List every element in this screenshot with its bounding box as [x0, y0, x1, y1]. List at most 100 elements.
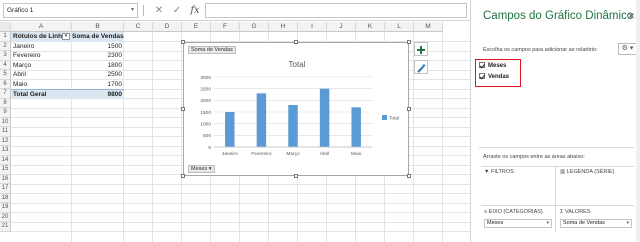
pivot-row-label[interactable]: Fevereiro [11, 51, 72, 61]
row-header[interactable]: 5 [0, 70, 11, 80]
column-header[interactable]: E [182, 22, 211, 32]
row-header[interactable]: 4 [0, 60, 11, 70]
pivot-row-value[interactable]: 2500 [72, 70, 124, 80]
row-header[interactable]: 1 [0, 32, 11, 42]
pivot-row-label[interactable]: Março [11, 61, 72, 71]
pivot-total-label[interactable]: Total Geral [11, 89, 72, 99]
chart-resize-handle[interactable] [181, 107, 185, 111]
row-header[interactable]: 13 [0, 146, 11, 156]
row-header[interactable]: 8 [0, 98, 11, 108]
areas-middle-border [481, 205, 634, 206]
row-header[interactable]: 10 [0, 117, 11, 127]
checkbox-checked-icon[interactable] [479, 73, 485, 79]
enter-icon[interactable]: ✓ [170, 4, 184, 17]
chevron-down-icon[interactable]: ▾ [546, 220, 549, 227]
bar[interactable] [351, 107, 361, 147]
name-box[interactable]: Gráfico 1 ▾ [3, 3, 138, 18]
chart-resize-handle[interactable] [181, 40, 185, 44]
row-header[interactable]: 20 [0, 212, 11, 222]
chart-plot[interactable]: Total 0 500 1000 1500 2000 2500 3000 Janeiro Feve… [184, 43, 408, 175]
chart-resize-handle[interactable] [181, 174, 185, 178]
column-header[interactable]: F [211, 22, 240, 32]
row-header[interactable]: 6 [0, 79, 11, 89]
row-header[interactable]: 7 [0, 89, 11, 99]
legend-swatch[interactable] [382, 115, 387, 120]
column-header[interactable]: C [124, 22, 153, 32]
pane-splitter[interactable] [479, 147, 634, 148]
close-icon[interactable]: ✕ [627, 11, 635, 22]
row-header[interactable]: 12 [0, 136, 11, 146]
row-gridline [11, 221, 470, 223]
row-header[interactable]: 17 [0, 184, 11, 194]
column-header[interactable]: G [240, 22, 269, 32]
checkbox-checked-icon[interactable] [479, 62, 485, 68]
insert-function-button[interactable]: fx [188, 4, 202, 17]
legend-area[interactable]: ▥ LEGENDA (SÉRIE) [560, 168, 614, 176]
row-header[interactable]: 14 [0, 155, 11, 165]
pivot-row-label[interactable]: Abril [11, 70, 72, 80]
column-header[interactable]: K [356, 22, 385, 32]
bar[interactable] [256, 93, 267, 147]
field-checkbox-meses[interactable]: Meses [479, 62, 506, 71]
row-gridline [11, 183, 470, 185]
column-header[interactable]: A [11, 22, 72, 32]
filter-dropdown-icon[interactable]: ▾ [62, 33, 70, 40]
pane-scrollbar[interactable] [636, 0, 640, 242]
values-area[interactable]: Σ VALORES [560, 208, 591, 216]
pivot-header-values[interactable]: Soma de Vendas [72, 32, 124, 42]
pivot-row-label[interactable]: Janeiro [11, 42, 72, 52]
chart-resize-handle[interactable] [294, 174, 298, 178]
field-label-meses: Meses [488, 63, 507, 69]
legend-icon: ▥ [560, 169, 567, 175]
chart-resize-handle[interactable] [407, 174, 411, 178]
pivot-chart[interactable]: Soma de Vendas Total 0 500 1000 1500 2000 2500… [183, 42, 409, 176]
row-header[interactable]: 19 [0, 203, 11, 213]
pivot-total-value[interactable]: 9800 [72, 89, 124, 99]
row-header[interactable]: 16 [0, 174, 11, 184]
row-header[interactable]: 2 [0, 41, 11, 51]
row-gridline [11, 212, 470, 213]
values-field-item[interactable]: Soma de Vendas ▾ [560, 219, 632, 228]
pivot-row-value[interactable]: 1500 [72, 42, 124, 52]
cancel-icon[interactable]: ✕ [152, 4, 166, 17]
chart-resize-handle[interactable] [294, 40, 298, 44]
chart-resize-handle[interactable] [407, 40, 411, 44]
pivot-row-value[interactable]: 1700 [72, 80, 124, 90]
pivot-row-label[interactable]: Maio [11, 80, 72, 90]
bar[interactable] [319, 88, 330, 147]
chart-resize-handle[interactable] [407, 107, 411, 111]
column-header[interactable]: H [269, 22, 298, 32]
row-header[interactable]: 15 [0, 165, 11, 175]
row-header[interactable]: 18 [0, 193, 11, 203]
select-all-corner[interactable] [0, 22, 11, 32]
chart-styles-button[interactable] [414, 60, 428, 74]
chevron-down-icon[interactable]: ▾ [626, 220, 629, 227]
x-tick-label: Abril [320, 151, 330, 157]
gear-icon[interactable]: ⚙ ▾ [618, 43, 637, 55]
formula-bar: Gráfico 1 ▾ ✕ ✓ fx [0, 0, 470, 21]
column-header[interactable]: D [153, 22, 182, 32]
axis-area[interactable]: ≡ EIXO (CATEGORIAS) [484, 208, 543, 216]
pivot-row-value[interactable]: 1800 [72, 61, 124, 71]
bar[interactable] [225, 112, 235, 147]
column-header[interactable]: M [414, 22, 443, 32]
pivot-row-value[interactable]: 2300 [72, 51, 124, 61]
column-header[interactable]: L [385, 22, 414, 32]
row-gridline [11, 231, 470, 232]
column-header[interactable]: B [72, 22, 124, 32]
row-header[interactable]: 21 [0, 222, 11, 232]
chart-elements-button[interactable] [414, 42, 428, 56]
chevron-down-icon[interactable]: ▾ [131, 4, 134, 17]
bar[interactable] [288, 105, 298, 147]
field-checkbox-vendas[interactable]: Vendas [479, 73, 509, 82]
row-header[interactable]: 3 [0, 51, 11, 61]
column-header[interactable]: I [298, 22, 327, 32]
filters-area[interactable]: ▼ FILTROS [484, 168, 514, 176]
formula-bar-separator [143, 5, 144, 16]
axis-field-button[interactable]: Meses ▾ [188, 165, 215, 173]
row-header[interactable]: 11 [0, 127, 11, 137]
column-header[interactable]: J [327, 22, 356, 32]
row-header[interactable]: 9 [0, 108, 11, 118]
axis-field-item[interactable]: Meses ▾ [484, 219, 552, 228]
formula-input[interactable] [205, 3, 467, 18]
